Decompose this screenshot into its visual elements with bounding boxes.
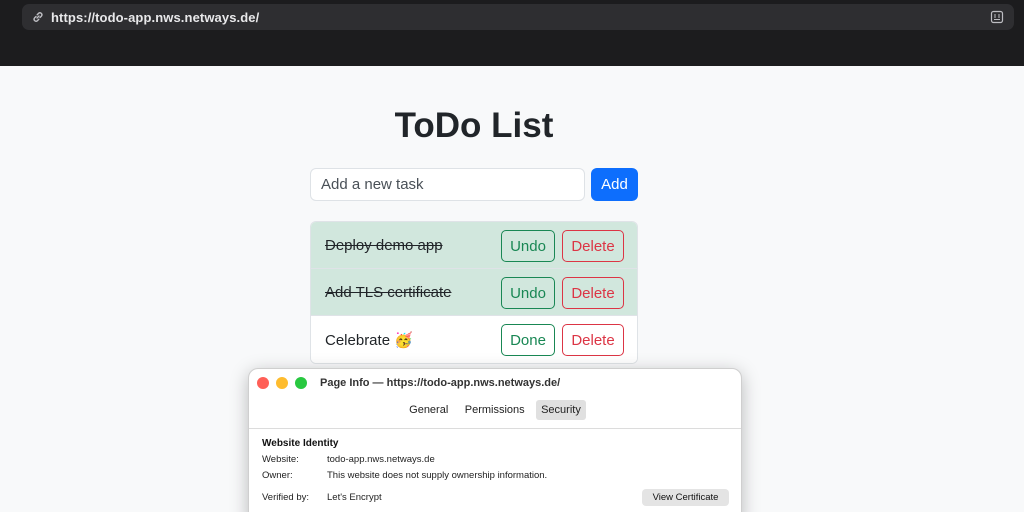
- owner-value: This website does not supply ownership i…: [327, 470, 548, 481]
- undo-button[interactable]: Undo: [501, 277, 555, 309]
- page-title: ToDo List: [394, 106, 554, 145]
- verified-by-label: Verified by:: [262, 492, 309, 503]
- delete-button[interactable]: Delete: [562, 324, 624, 356]
- tab-security[interactable]: Security: [536, 400, 586, 420]
- tabs-divider: [249, 428, 741, 429]
- website-value: todo-app.nws.netways.de: [327, 454, 435, 465]
- done-button[interactable]: Done: [501, 324, 555, 356]
- task-item: Deploy demo app Undo Delete: [311, 222, 637, 269]
- verified-by-value: Let's Encrypt: [327, 492, 382, 503]
- delete-button[interactable]: Delete: [562, 277, 624, 309]
- add-task-button[interactable]: Add: [591, 168, 638, 201]
- link-icon: [33, 12, 43, 22]
- url-text[interactable]: https://todo-app.nws.netways.de/: [51, 10, 259, 25]
- zoom-window-button[interactable]: [295, 377, 307, 389]
- delete-button[interactable]: Delete: [562, 230, 624, 262]
- address-bar[interactable]: https://todo-app.nws.netways.de/: [22, 4, 1014, 30]
- task-text: Celebrate 🥳: [325, 332, 413, 349]
- task-item: Celebrate 🥳 Done Delete: [311, 316, 637, 363]
- view-certificate-button[interactable]: View Certificate: [642, 489, 729, 506]
- task-list: Deploy demo app Undo Delete Add TLS cert…: [310, 221, 638, 364]
- website-label: Website:: [262, 454, 299, 465]
- undo-button[interactable]: Undo: [501, 230, 555, 262]
- minimize-window-button[interactable]: [276, 377, 288, 389]
- close-window-button[interactable]: [257, 377, 269, 389]
- dialog-title: Page Info — https://todo-app.nws.netways…: [320, 377, 561, 389]
- tab-permissions[interactable]: Permissions: [460, 400, 530, 420]
- tab-general[interactable]: General: [404, 400, 453, 420]
- browser-toolbar: https://todo-app.nws.netways.de/: [0, 0, 1024, 66]
- website-identity-heading: Website Identity: [262, 438, 339, 449]
- dialog-tabs: General Permissions Security: [249, 400, 741, 428]
- new-task-input[interactable]: [310, 168, 585, 201]
- owner-label: Owner:: [262, 470, 293, 481]
- task-text: Deploy demo app: [325, 237, 443, 254]
- task-item: Add TLS certificate Undo Delete: [311, 269, 637, 316]
- task-text: Add TLS certificate: [325, 284, 452, 301]
- reader-icon[interactable]: [990, 10, 1004, 24]
- page-info-dialog: Page Info — https://todo-app.nws.netways…: [248, 368, 742, 512]
